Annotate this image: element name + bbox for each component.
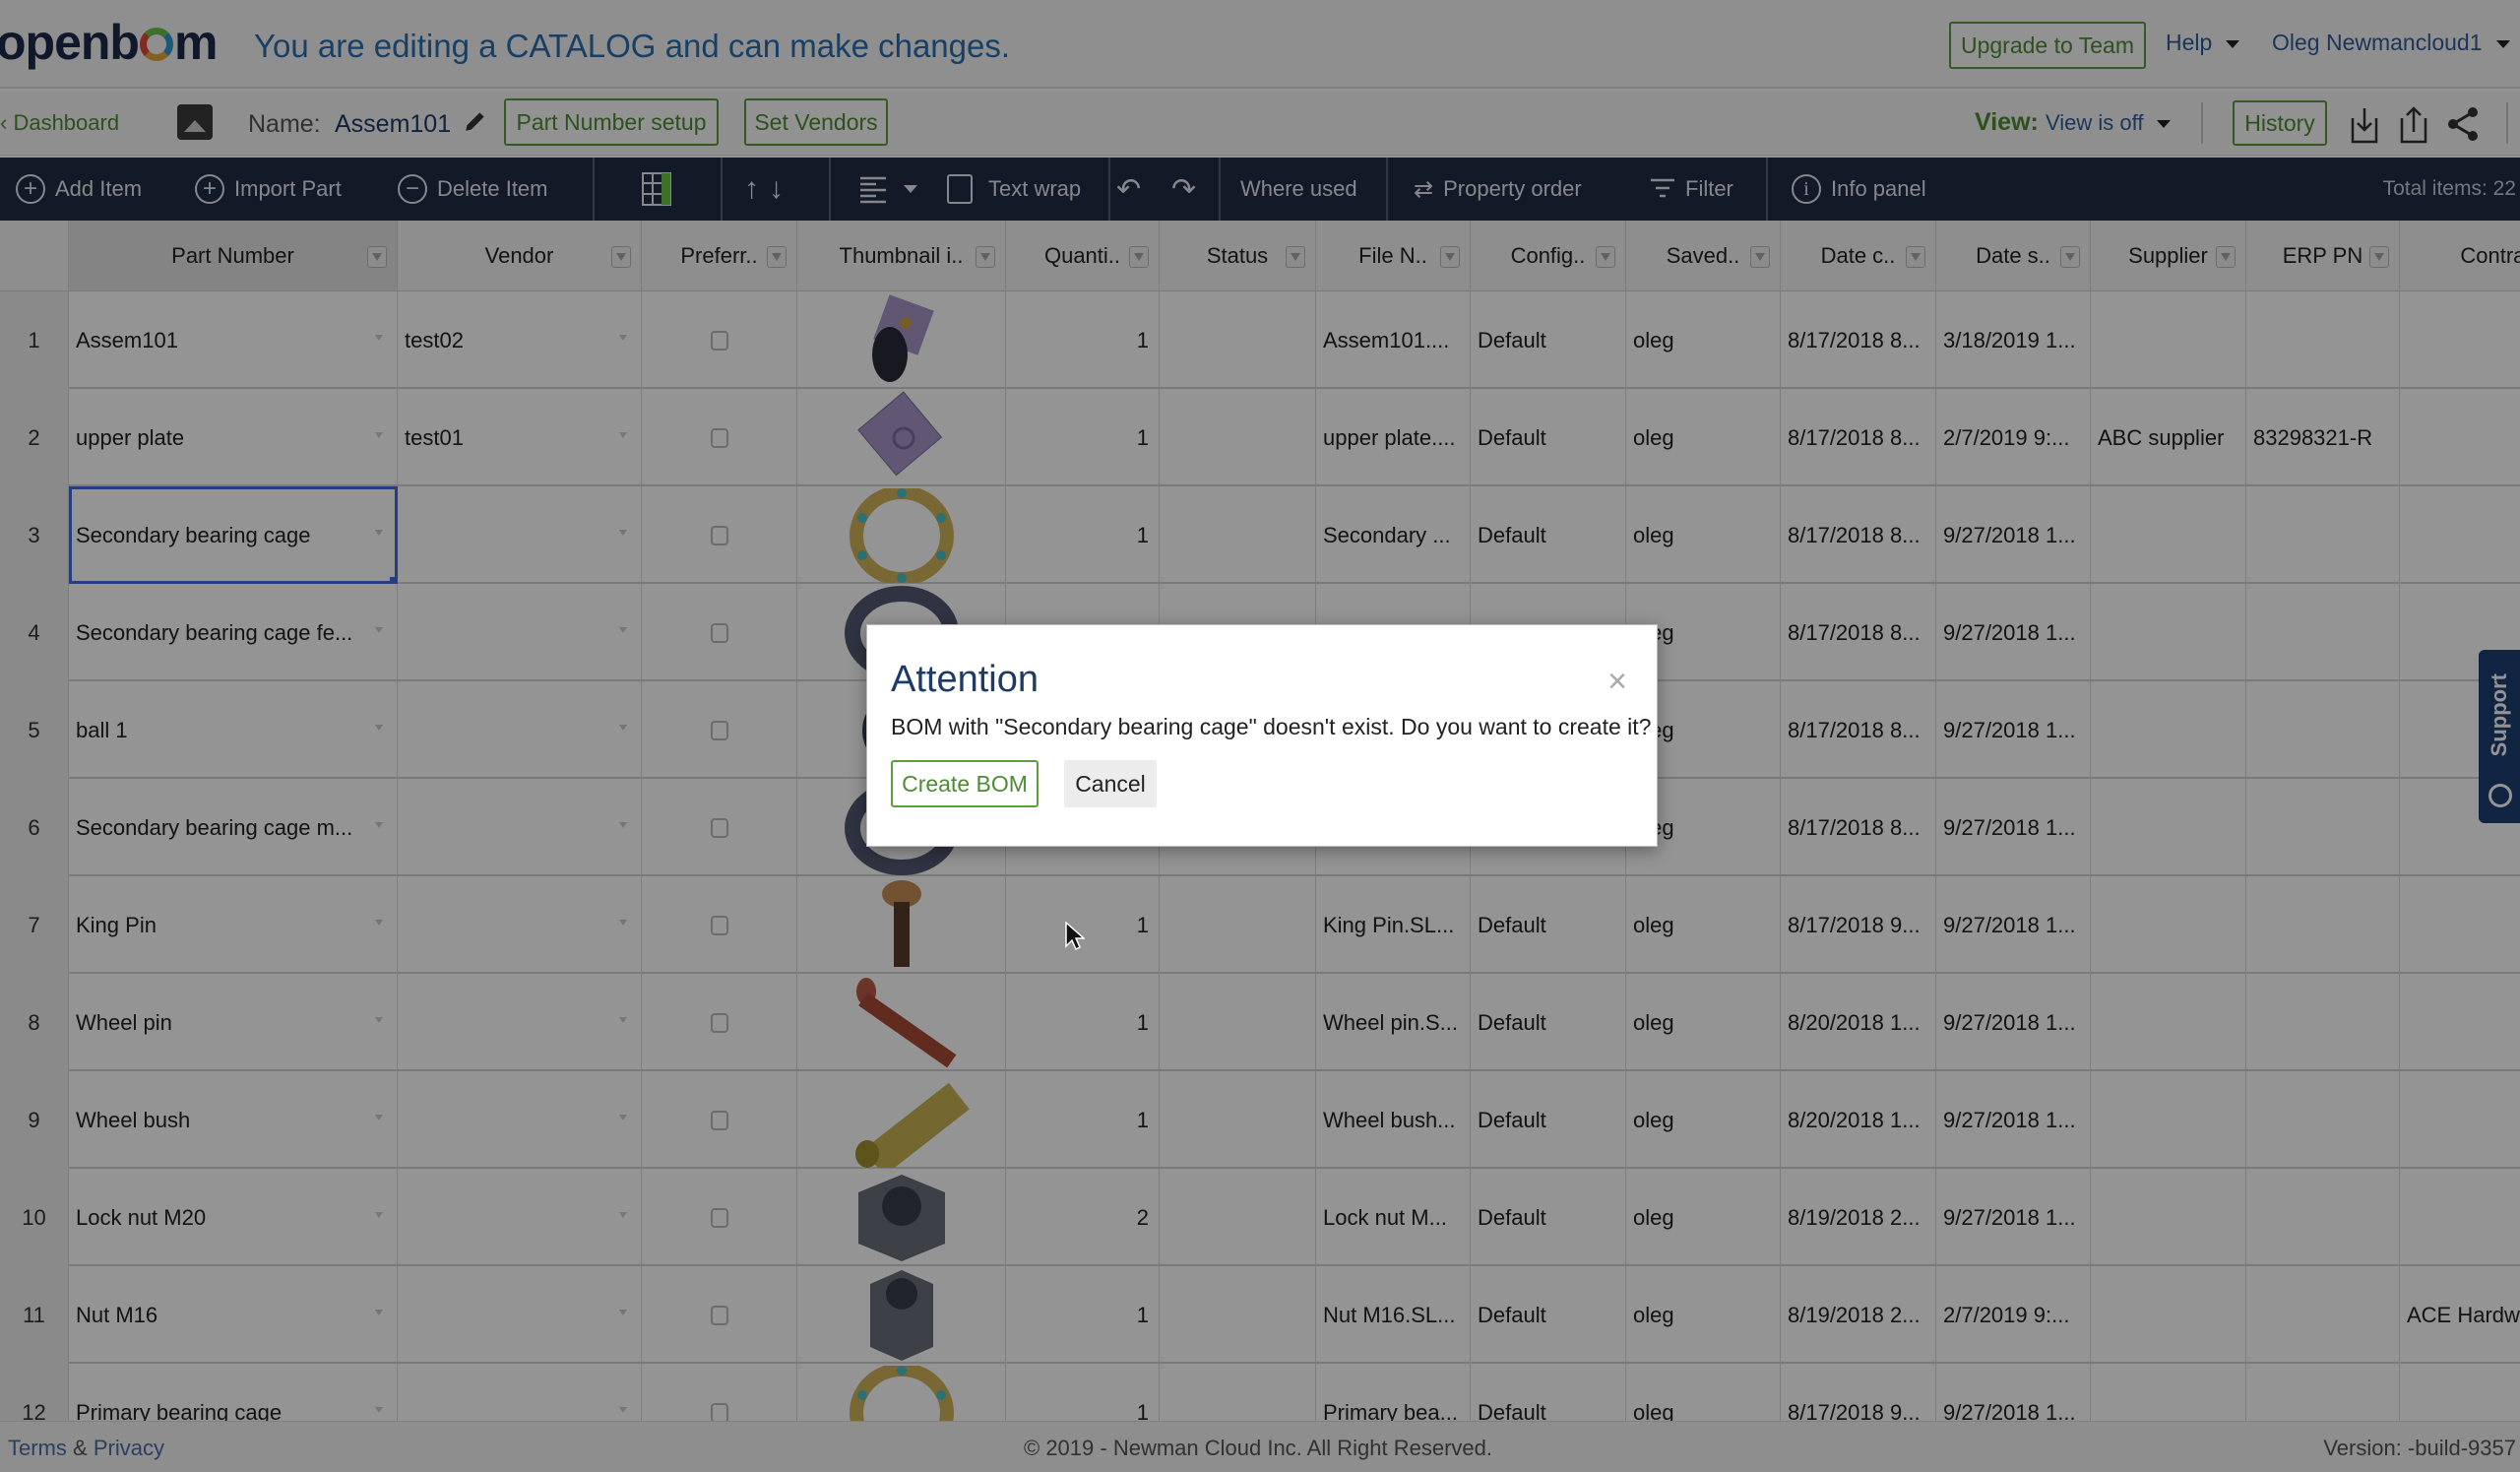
attention-dialog: Attention × BOM with "Secondary bearing … (866, 624, 1658, 847)
close-icon[interactable]: × (1607, 665, 1627, 698)
create-bom-button[interactable]: Create BOM (891, 760, 1039, 807)
cancel-button[interactable]: Cancel (1064, 760, 1157, 807)
openbom-app: openb m You are editing a CATALOG and can… (0, 0, 2520, 1472)
dialog-message: BOM with "Secondary bearing cage" doesn'… (891, 714, 1652, 739)
mouse-cursor-icon (1065, 922, 1085, 951)
dialog-title: Attention (891, 659, 1039, 700)
